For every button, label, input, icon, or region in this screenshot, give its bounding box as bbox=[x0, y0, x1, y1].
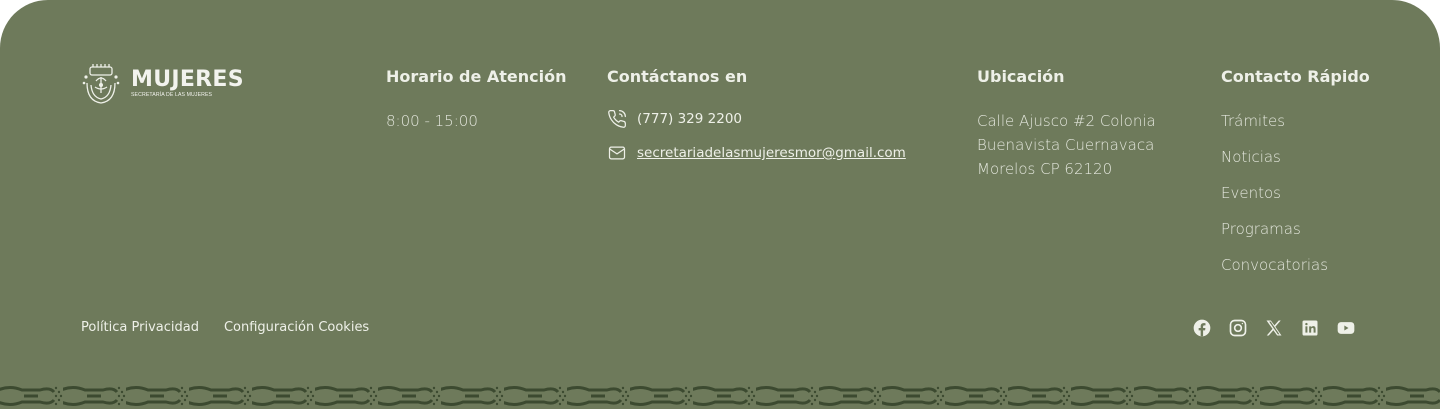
emblem-icon bbox=[82, 64, 120, 104]
link-programas[interactable]: Programas bbox=[1221, 217, 1370, 253]
phone-row[interactable]: (777) 329 2200 bbox=[607, 108, 906, 130]
address-line: Calle Ajusco #2 Colonia bbox=[977, 112, 1156, 130]
instagram-icon[interactable] bbox=[1228, 318, 1248, 338]
quick-links: Trámites Noticias Eventos Programas Conv… bbox=[1221, 109, 1370, 289]
social-links bbox=[1192, 318, 1356, 338]
schedule-column: Horario de Atención 8:00 - 15:00 bbox=[386, 65, 567, 133]
quick-contact-column: Contacto Rápido Trámites Noticias Evento… bbox=[1221, 65, 1370, 289]
decorative-pattern bbox=[0, 383, 1440, 409]
contact-title: Contáctanos en bbox=[607, 67, 748, 86]
email-link[interactable]: secretariadelasmujeresmor@gmail.com bbox=[637, 145, 906, 161]
address-line: Buenavista Cuernavaca bbox=[977, 136, 1155, 154]
logo-title: MUJERES bbox=[131, 67, 244, 93]
phone-icon bbox=[608, 110, 626, 128]
link-noticias[interactable]: Noticias bbox=[1221, 145, 1370, 181]
privacy-policy-link[interactable]: Política Privacidad bbox=[81, 318, 199, 338]
schedule-hours: 8:00 - 15:00 bbox=[386, 112, 478, 130]
facebook-icon[interactable] bbox=[1192, 318, 1212, 338]
logo-subtitle: SECRETARÍA DE LAS MUJERES bbox=[131, 92, 213, 99]
site-footer: MUJERES SECRETARÍA DE LAS MUJERES Horari… bbox=[0, 0, 1440, 409]
contact-column: Contáctanos en (777) 329 2200 secretaria… bbox=[607, 65, 906, 164]
legal-links: Política Privacidad Configuración Cookie… bbox=[81, 318, 369, 338]
address: Calle Ajusco #2 Colonia Buenavista Cuern… bbox=[977, 109, 1156, 181]
x-icon[interactable] bbox=[1264, 318, 1284, 338]
linkedin-icon[interactable] bbox=[1300, 318, 1320, 338]
phone-number: (777) 329 2200 bbox=[637, 111, 743, 127]
cookie-settings-link[interactable]: Configuración Cookies bbox=[224, 318, 369, 338]
logo[interactable]: MUJERES SECRETARÍA DE LAS MUJERES bbox=[81, 63, 244, 105]
link-convocatorias[interactable]: Convocatorias bbox=[1221, 253, 1370, 289]
address-line: Morelos CP 62120 bbox=[977, 160, 1113, 178]
location-title: Ubicación bbox=[977, 67, 1065, 86]
link-eventos[interactable]: Eventos bbox=[1221, 181, 1370, 217]
location-column: Ubicación Calle Ajusco #2 Colonia Buenav… bbox=[977, 65, 1156, 181]
schedule-title: Horario de Atención bbox=[386, 67, 567, 86]
youtube-icon[interactable] bbox=[1336, 318, 1356, 338]
quick-contact-title: Contacto Rápido bbox=[1221, 67, 1370, 86]
logo-text: MUJERES SECRETARÍA DE LAS MUJERES bbox=[131, 69, 244, 98]
link-tramites[interactable]: Trámites bbox=[1221, 109, 1370, 145]
email-row[interactable]: secretariadelasmujeresmor@gmail.com bbox=[607, 142, 906, 164]
mail-icon bbox=[608, 146, 626, 160]
